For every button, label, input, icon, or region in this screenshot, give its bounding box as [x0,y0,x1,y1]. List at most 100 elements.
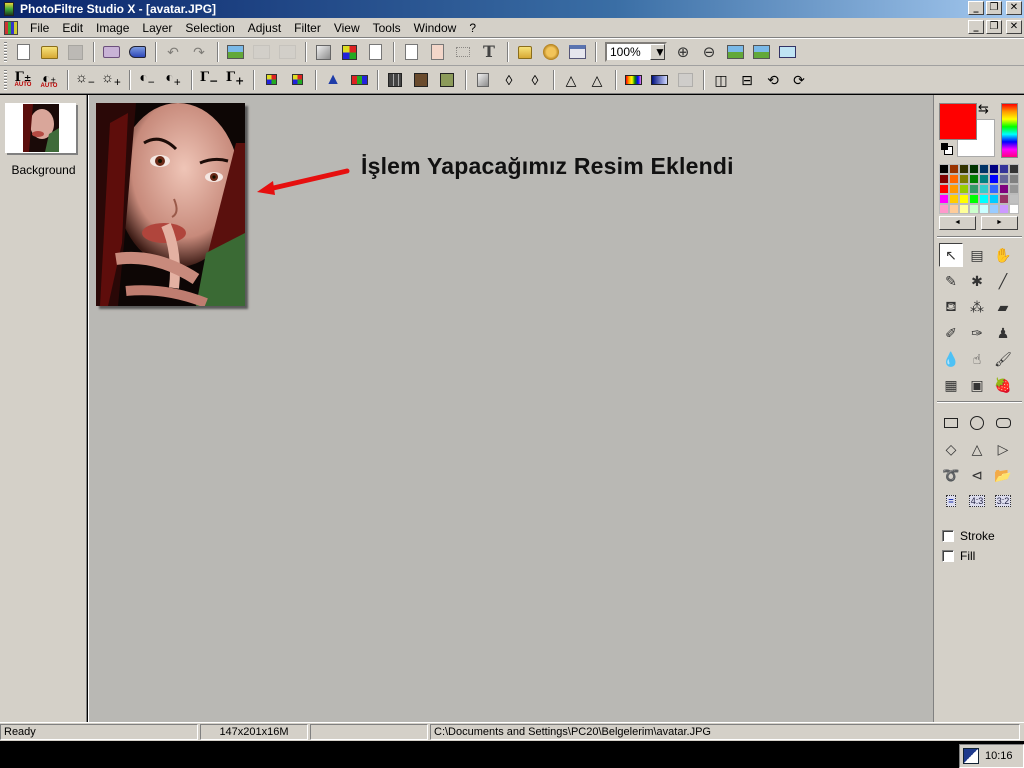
blur-drop-tool-button[interactable]: 💧 [939,347,963,371]
palette-swatch[interactable] [969,194,979,204]
toolbar-grip[interactable] [4,69,7,90]
saturation-plus-button[interactable] [285,69,309,91]
spray-tool-button[interactable]: ⁂ [965,295,989,319]
selection-button[interactable] [451,41,475,63]
palette-next-button[interactable]: ► [981,216,1018,230]
palette-swatch[interactable] [999,174,1009,184]
mosaic-light-button[interactable] [435,69,459,91]
palette-swatch[interactable] [949,184,959,194]
gradient-button[interactable] [621,69,645,91]
explorer-button[interactable] [513,41,537,63]
portrait-tool-button[interactable]: ▣ [965,373,989,397]
zoom-level-select[interactable]: 100% ▼ [605,42,667,62]
fill-bucket-tool-button[interactable]: ⛾ [939,295,963,319]
palette-swatch[interactable] [969,204,979,214]
palette-swatch[interactable] [989,204,999,214]
new-button[interactable] [11,41,35,63]
menu-tools[interactable]: Tools [367,19,408,37]
restore-button[interactable]: ❐ [986,1,1002,15]
layer-name[interactable]: Background [0,163,87,177]
document-image[interactable] [96,103,245,306]
canvas-size-button[interactable] [425,41,449,63]
rotate-left-button[interactable]: ⟲ [761,69,785,91]
mosaic-dark-button[interactable] [409,69,433,91]
swap-colors-icon[interactable]: ⇆ [978,101,989,117]
hand-tool-button[interactable]: ✋ [991,243,1015,267]
fit-image-button[interactable] [723,41,747,63]
palette-swatch[interactable] [979,184,989,194]
flip-vertical-button[interactable]: ⊟ [735,69,759,91]
pattern-brush-tool-button[interactable]: 🖌 [991,347,1015,371]
eyedropper-tool-button[interactable]: ✎ [939,269,963,293]
clock[interactable]: 10:16 [985,750,1013,762]
eraser-tool-button[interactable]: ▰ [991,295,1015,319]
reset-colors-icon[interactable] [941,143,953,155]
sharpen-button[interactable]: △ [559,69,583,91]
transparency-color-button[interactable] [673,69,697,91]
palette-swatch[interactable] [1009,174,1019,184]
auto-contrast-button[interactable]: ◐± AUTO [37,69,61,91]
window-button[interactable] [565,41,589,63]
image-browser-button[interactable] [223,41,247,63]
brightness-minus-button[interactable]: ☼− [73,69,97,91]
text-button[interactable]: T [477,41,501,63]
palette-swatch[interactable] [939,164,949,174]
palette-swatch[interactable] [959,194,969,204]
duplicate-button[interactable] [275,41,299,63]
plugin-button[interactable] [539,41,563,63]
magic-wand-tool-button[interactable]: ✱ [965,269,989,293]
menu-window[interactable]: Window [408,19,464,37]
diamond-shape-button[interactable]: ◇ [939,437,963,461]
zoom-in-button[interactable]: ⊕ [671,41,695,63]
palette-swatch[interactable] [959,184,969,194]
color-balance-button[interactable] [347,69,371,91]
palette-swatch[interactable] [939,174,949,184]
chevron-down-icon[interactable]: ▼ [650,44,666,60]
clone-stamp-tool-button[interactable]: ♟ [991,321,1015,345]
open-button[interactable] [37,41,61,63]
palette-swatch[interactable] [939,184,949,194]
line-tool-button[interactable]: ╱ [991,269,1015,293]
menu-layer[interactable]: Layer [136,19,179,37]
redo-button[interactable]: ↷ [187,41,211,63]
color-spectrum[interactable] [1001,103,1018,158]
negative-button[interactable] [471,69,495,91]
palette-swatch[interactable] [999,164,1009,174]
slideshow-button[interactable] [775,41,799,63]
palette-swatch[interactable] [999,194,1009,204]
save-button[interactable] [63,41,87,63]
palette-swatch[interactable] [939,204,949,214]
palette-swatch[interactable] [999,204,1009,214]
ratio-4-3-button[interactable]: 4:3 [965,489,989,513]
menu-selection[interactable]: Selection [179,19,241,37]
brush-tool-button[interactable]: ✐ [939,321,963,345]
palette-swatch[interactable] [949,174,959,184]
toolbar-grip[interactable] [4,42,7,62]
palette-swatch[interactable] [959,164,969,174]
select-window-tool-button[interactable]: ▤ [965,243,989,267]
palette-swatch[interactable] [1009,164,1019,174]
lasso-button[interactable]: ➰ [939,463,963,487]
palette-swatch[interactable] [1009,204,1019,214]
palette-swatch[interactable] [949,164,959,174]
palette-swatch[interactable] [949,204,959,214]
fade-gradient-button[interactable] [647,69,671,91]
palette-swatch[interactable] [989,184,999,194]
blur-button[interactable]: ◊ [497,69,521,91]
transparency-button[interactable] [363,41,387,63]
select-arrow-tool-button[interactable]: ↖ [939,243,963,267]
scan-button[interactable] [125,41,149,63]
blur-more-button[interactable]: ◊ [523,69,547,91]
doc-restore-button[interactable]: ❐ [986,20,1002,34]
minimize-button[interactable]: _ [968,1,984,15]
paste-as-image-button[interactable] [249,41,273,63]
palette-swatch[interactable] [959,174,969,184]
palette-swatch[interactable] [989,194,999,204]
menu-image[interactable]: Image [90,19,136,37]
palette-swatch[interactable] [999,184,1009,194]
contrast-minus-button[interactable]: ◐− [135,69,159,91]
close-button[interactable]: ✕ [1006,1,1022,15]
rotate-right-button[interactable]: ⟳ [787,69,811,91]
advanced-brush-tool-button[interactable]: ✑ [965,321,989,345]
right-triangle-shape-button[interactable]: ▷ [991,437,1015,461]
